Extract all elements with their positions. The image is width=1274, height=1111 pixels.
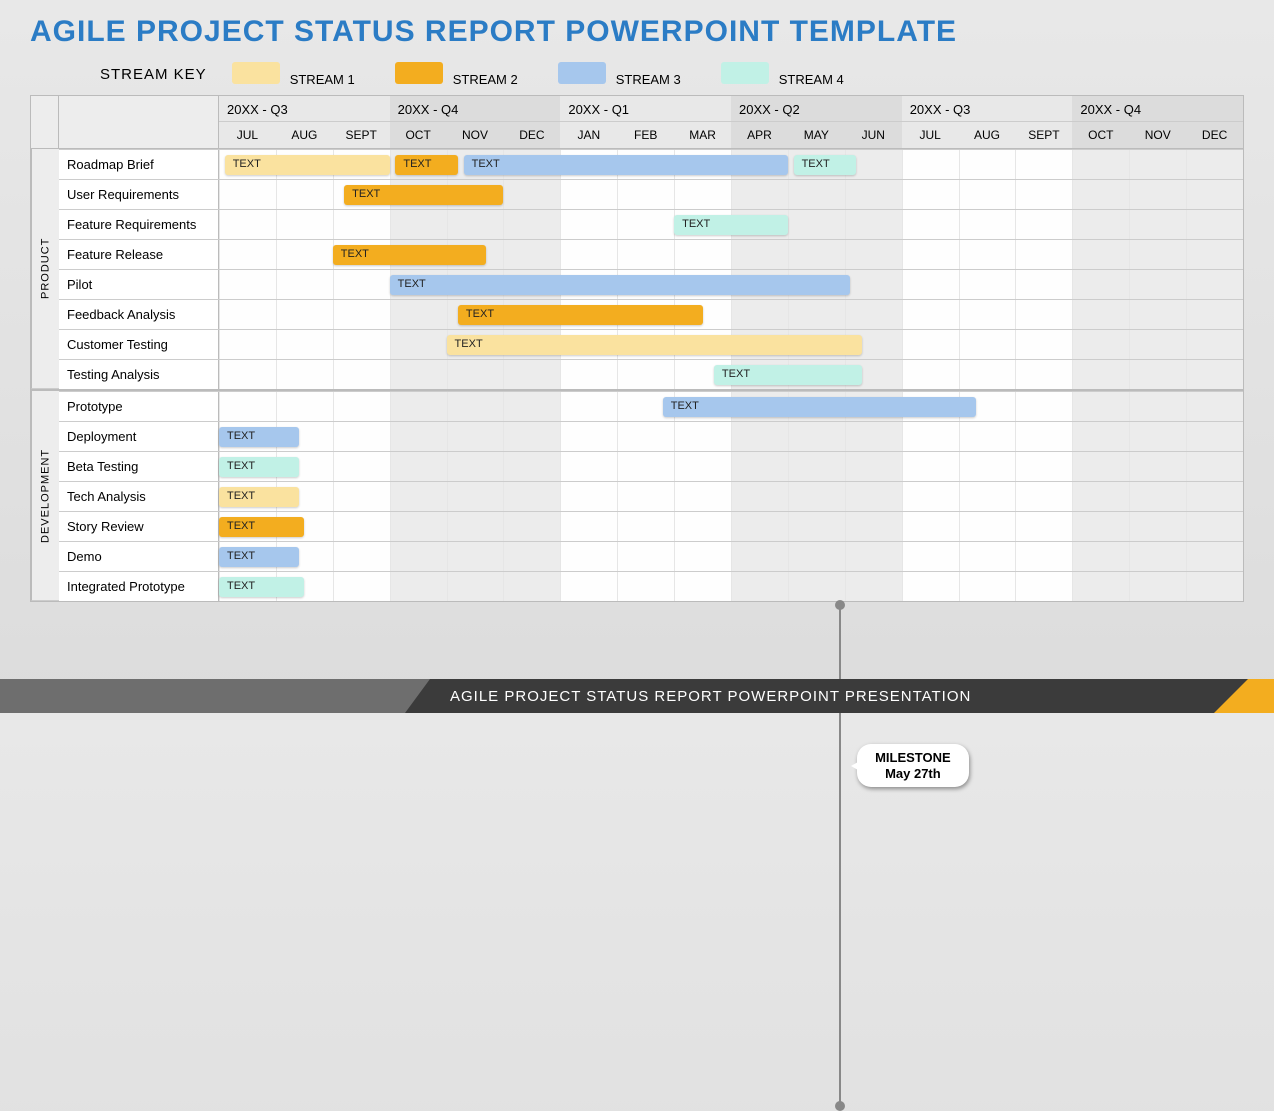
month-header: AUG [959,121,1016,148]
task-name: Deployment [59,422,219,451]
legend-swatch-s1 [232,62,280,84]
task-name: Testing Analysis [59,360,219,389]
legend-item: STREAM 1 [290,72,355,87]
footer: AGILE PROJECT STATUS REPORT POWERPOINT P… [0,679,1274,713]
group-label: PRODUCT [31,149,59,389]
month-header: OCT [390,121,447,148]
month-header: JUL [902,121,959,148]
legend-swatch-s4 [721,62,769,84]
legend-swatch-s3 [558,62,606,84]
month-header: DEC [503,121,560,148]
quarter-header: 20XX - Q4 [1072,96,1243,121]
task-name: Beta Testing [59,452,219,481]
legend-item: STREAM 3 [616,72,681,87]
task-name: Feedback Analysis [59,300,219,329]
month-header: SEPT [1015,121,1072,148]
page-title: AGILE PROJECT STATUS REPORT POWERPOINT T… [0,0,1274,54]
month-header: SEPT [333,121,390,148]
quarter-header: 20XX - Q2 [731,96,902,121]
quarter-header: 20XX - Q1 [560,96,731,121]
task-name: Customer Testing [59,330,219,359]
task-name: Roadmap Brief [59,150,219,179]
month-header: MAR [674,121,731,148]
task-name: Integrated Prototype [59,572,219,601]
month-header: JUN [845,121,902,148]
legend-item: STREAM 2 [453,72,518,87]
month-header: APR [731,121,788,148]
month-header: NOV [1129,121,1186,148]
task-name: Demo [59,542,219,571]
task-name: Feature Requirements [59,210,219,239]
quarter-header: 20XX - Q3 [219,96,390,121]
gantt-chart: 20XX - Q320XX - Q420XX - Q120XX - Q220XX… [30,95,1244,602]
task-name: Feature Release [59,240,219,269]
task-name: Story Review [59,512,219,541]
legend-item: STREAM 4 [779,72,844,87]
month-header: OCT [1072,121,1129,148]
group-label: DEVELOPMENT [31,391,59,601]
milestone-callout: MILESTONEMay 27th [857,744,969,787]
month-header: NOV [447,121,504,148]
month-header: FEB [617,121,674,148]
month-header: DEC [1186,121,1243,148]
legend-swatch-s2 [395,62,443,84]
task-name: Pilot [59,270,219,299]
footer-text: AGILE PROJECT STATUS REPORT POWERPOINT P… [430,679,1214,713]
task-name: Tech Analysis [59,482,219,511]
quarter-header: 20XX - Q3 [902,96,1073,121]
task-name: User Requirements [59,180,219,209]
legend-label: STREAM KEY [100,66,207,83]
quarter-header: 20XX - Q4 [390,96,561,121]
task-name: Prototype [59,392,219,421]
month-header: JUL [219,121,276,148]
month-header: AUG [276,121,333,148]
legend: STREAM KEY STREAM 1 STREAM 2 STREAM 3 STREA… [0,54,1274,95]
month-header: JAN [560,121,617,148]
month-header: MAY [788,121,845,148]
